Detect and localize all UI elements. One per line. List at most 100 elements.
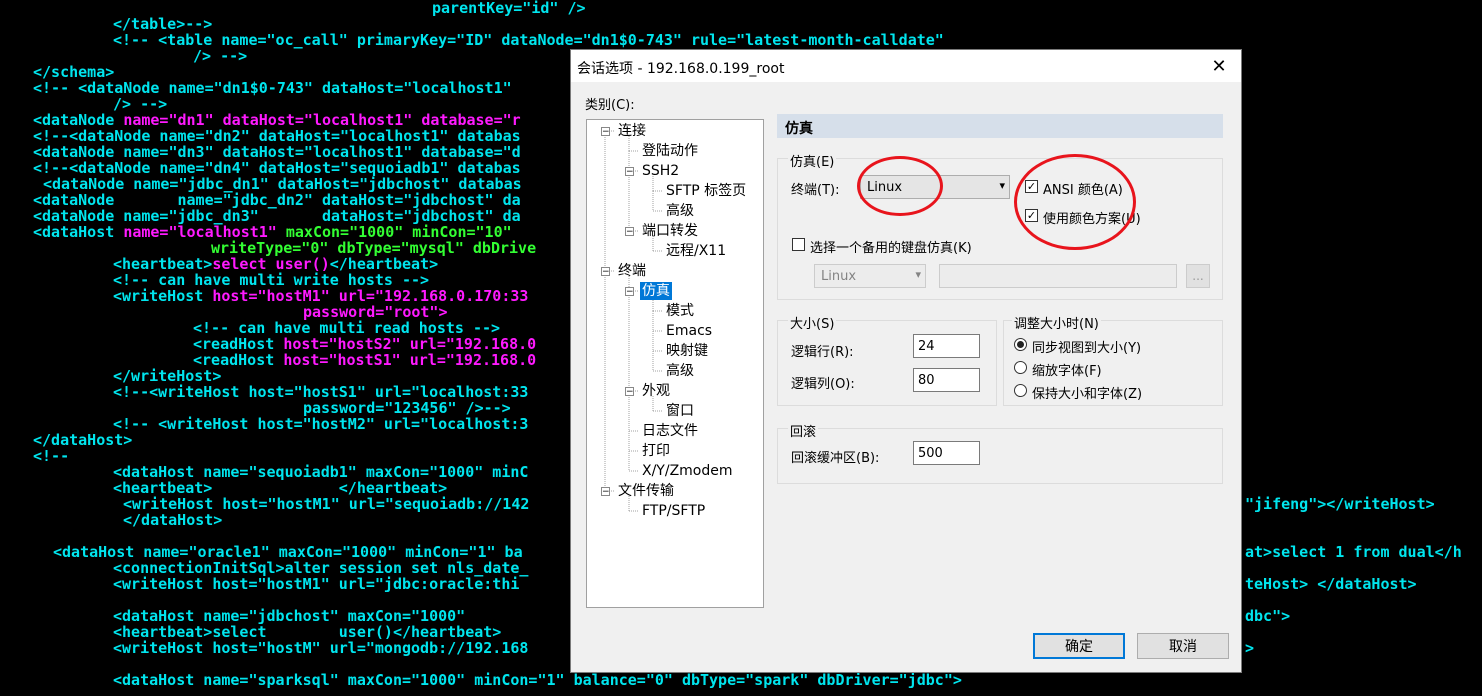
tree-item[interactable]: 高级 [664,362,696,380]
code-line: /> --> [113,96,167,112]
code-line: <dataNode name="dn3" dataHost="localhost… [33,144,521,160]
code-line: <!-- <dataNode name="dn1$0-743" dataHost… [33,80,512,96]
code-segment: </dataHost> [123,511,223,529]
code-line: </dataHost> [123,512,222,528]
tree-item[interactable]: 连接 [616,122,648,140]
dialog-title: 会话选项 - 192.168.0.199_root [577,61,785,77]
tree-item[interactable]: 高级 [664,202,696,220]
browse-button: ... [1186,264,1210,288]
code-line: <heartbeat>select user()</heartbeat> [113,256,438,272]
code-line: <dataNode name="dn1" dataHost="localhost… [33,112,521,128]
tree-item[interactable]: 日志文件 [640,422,700,440]
tree-item[interactable]: 外观 [640,382,672,400]
logical-rows-input[interactable]: 24 [913,334,980,358]
size-group-title: 大小(S) [788,313,837,332]
code-line: <!-- can have multi write hosts --> [113,272,429,288]
code-line: <!-- [33,448,69,464]
tree-item[interactable]: FTP/SFTP [640,502,707,520]
session-options-dialog: 会话选项 - 192.168.0.199_root ✕ 类别(C): − 连接 登陆… [570,49,1242,673]
scrollback-group-title: 回滚 [788,421,819,440]
tree-item[interactable]: 登陆动作 [640,142,700,160]
resize-option-radio[interactable] [1014,361,1027,374]
category-tree[interactable]: − 连接 登陆动作 − SSH2 SFTP 标签页 高级 − 端口转发 远程/X11− 终端 − 仿真模… [586,119,764,608]
code-line: <dataNode name="jdbc_dn1" dataHost="jdbc… [43,176,522,192]
code-line: <readHost host="hostS1" url="192.168.0 [193,352,536,368]
code-line: <dataHost name="sequoiadb1" maxCon="1000… [113,464,528,480]
code-line: "jifeng"></writeHost> [1245,496,1435,512]
ansi-color-label[interactable]: ANSI 颜色(A) [1043,179,1123,198]
code-segment: <!-- <dataNode name="dn1$0-743" dataHost… [33,79,512,97]
logical-cols-input[interactable]: 80 [913,368,980,392]
resize-option-radio[interactable] [1014,338,1027,351]
code-line: </dataHost> [33,432,132,448]
ansi-color-checkbox[interactable]: ✓ [1025,180,1038,193]
close-icon[interactable]: ✕ [1197,50,1241,82]
code-line: password="123456" />--> [303,400,511,416]
cancel-button[interactable]: 取消 [1137,633,1229,659]
code-line: <!-- can have multi read hosts --> [193,320,500,336]
resize-option-label[interactable]: 同步视图到大小(Y) [1032,337,1141,356]
tree-item[interactable]: 仿真 [640,282,672,300]
code-segment: <!-- [33,447,70,465]
tree-item[interactable]: SFTP 标签页 [664,182,748,200]
code-line: at>select 1 from dual</h [1245,544,1462,560]
code-line: parentKey="id" /> [432,0,586,16]
panel-header: 仿真 [777,114,1223,138]
code-line: <heartbeat>select user()</heartbeat> [113,624,501,640]
color-scheme-label[interactable]: 使用颜色方案(U) [1043,208,1141,227]
code-line: <writeHost host="hostM1" url="jdbc:oracl… [113,576,519,592]
resize-group-title: 调整大小时(N) [1012,313,1101,332]
title-bar: 会话选项 - 192.168.0.199_root ✕ [571,50,1241,82]
terminal-select[interactable]: Linux ▾ [860,175,1010,199]
code-line: <heartbeat> </heartbeat> [113,480,447,496]
code-segment: > [1245,639,1255,657]
code-line: dbc"> [1245,608,1290,624]
resize-option-label[interactable]: 缩放字体(F) [1032,360,1102,379]
ok-button[interactable]: 确定 [1033,633,1125,659]
tree-expander-icon[interactable]: − [625,167,634,177]
alt-keyboard-select: Linux ▾ [814,264,926,288]
resize-option-radio[interactable] [1014,384,1027,397]
terminal-label: 终端(T): [791,183,840,198]
tree-item[interactable]: Emacs [664,322,714,340]
code-line: <!-- <table name="oc_call" primaryKey="I… [113,32,944,48]
code-line: <connectionInitSql>alter session set nls… [113,560,528,576]
tree-item[interactable]: X/Y/Zmodem [640,462,735,480]
tree-item[interactable]: 文件传输 [616,482,676,500]
tree-expander-icon[interactable]: − [625,287,634,297]
emulation-group-title: 仿真(E) [788,151,837,170]
code-line: <!--<writeHost host="hostS1" url="localh… [113,384,528,400]
tree-expander-icon[interactable]: − [625,387,634,397]
code-line: teHost> </dataHost> [1245,576,1417,592]
scrollback-buffer-input[interactable]: 500 [913,441,980,465]
resize-option-label[interactable]: 保持大小和字体(Z) [1032,383,1142,402]
tree-item[interactable]: 打印 [640,442,672,460]
code-line: </table>--> [113,16,212,32]
chevron-down-icon: ▾ [915,268,921,281]
tree-item[interactable]: SSH2 [640,162,681,180]
code-segment: at>select 1 from dual</h [1245,543,1462,561]
tree-item[interactable]: 终端 [616,262,648,280]
code-segment: host="hostS1" url="192.168.0 [283,351,537,369]
tree-expander-icon[interactable]: − [601,487,610,497]
alt-keyboard-checkbox[interactable] [792,238,805,251]
tree-item[interactable]: 窗口 [664,402,696,420]
alt-keyboard-label[interactable]: 选择一个备用的键盘仿真(K) [810,237,972,256]
tree-expander-icon[interactable]: − [601,127,610,137]
tree-item[interactable]: 模式 [664,302,696,320]
color-scheme-checkbox[interactable]: ✓ [1025,209,1038,222]
code-line: <dataHost name="oracle1" maxCon="1000" m… [53,544,523,560]
tree-expander-icon[interactable]: − [601,267,610,277]
tree-item[interactable]: 端口转发 [640,222,700,240]
code-segment: dbc"> [1245,607,1291,625]
tree-item[interactable]: 映射键 [664,342,710,360]
code-segment: <writeHost host="hostM" url="mongodb://1… [113,639,529,657]
tree-expander-icon[interactable]: − [625,227,634,237]
code-segment: <writeHost host="hostM1" url="jdbc:oracl… [113,575,520,593]
code-line: <readHost host="hostS2" url="192.168.0 [193,336,536,352]
code-line: password="root"> [303,304,448,320]
tree-item[interactable]: 远程/X11 [664,242,728,260]
logical-cols-label: 逻辑列(O): [791,377,855,392]
code-line: writeType="0" dbType="mysql" dbDrive [211,240,536,256]
code-line: <!--<dataNode name="dn4" dataHost="sequo… [33,160,521,176]
